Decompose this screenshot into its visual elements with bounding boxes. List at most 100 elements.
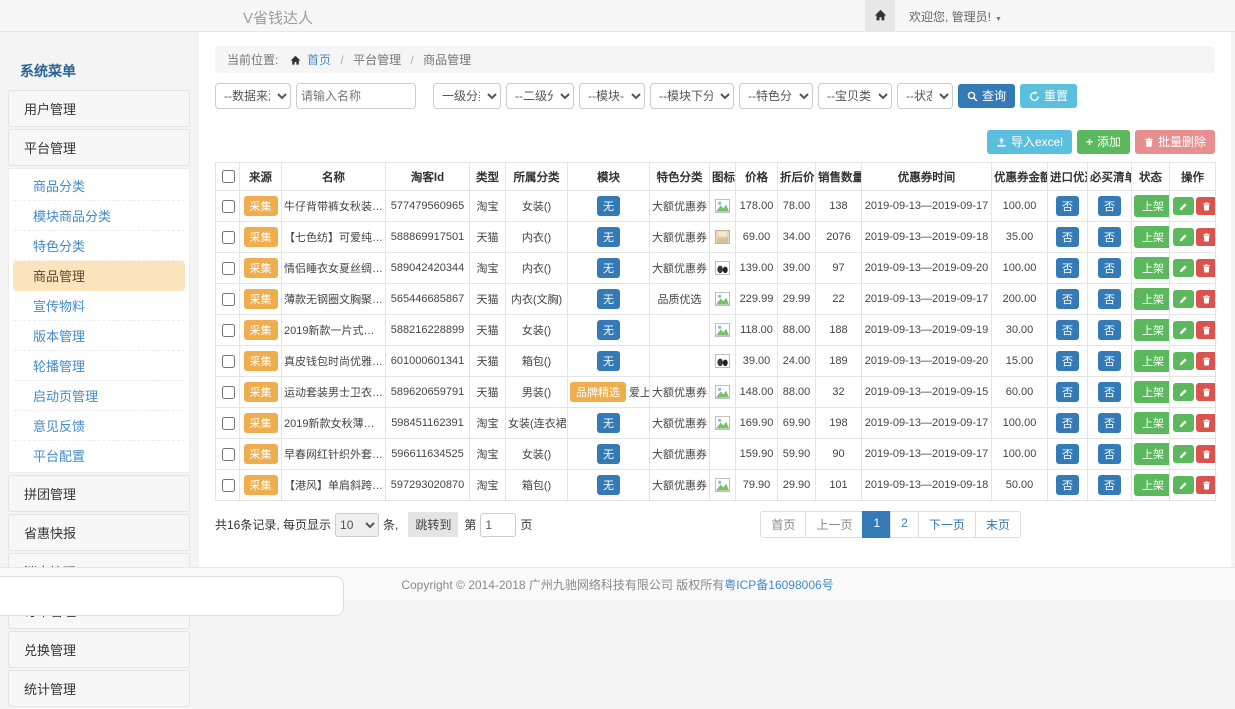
delete-button[interactable] bbox=[1196, 321, 1216, 339]
module-badge[interactable]: 无 bbox=[597, 413, 620, 433]
status-badge[interactable]: 上架 bbox=[1134, 412, 1170, 434]
module-badge[interactable]: 无 bbox=[597, 196, 620, 216]
filter-select[interactable]: --模块下分类-- bbox=[650, 83, 734, 109]
module-badge[interactable]: 无 bbox=[597, 351, 620, 371]
row-checkbox[interactable] bbox=[222, 231, 235, 244]
sidebar-item[interactable]: 模块商品分类 bbox=[13, 201, 185, 231]
pager-button[interactable]: 2 bbox=[890, 511, 919, 538]
status-badge[interactable]: 上架 bbox=[1134, 381, 1170, 403]
module-badge[interactable]: 无 bbox=[597, 444, 620, 464]
status-badge[interactable]: 上架 bbox=[1134, 350, 1170, 372]
edit-button[interactable] bbox=[1173, 259, 1194, 277]
filter-select[interactable]: --二级分类-- bbox=[506, 83, 574, 109]
must-buy-toggle[interactable]: 否 bbox=[1098, 475, 1121, 495]
per-page-select[interactable]: 10 bbox=[335, 513, 379, 537]
module-badge[interactable]: 无 bbox=[597, 320, 620, 340]
import-select-toggle[interactable]: 否 bbox=[1056, 258, 1079, 278]
import-select-toggle[interactable]: 否 bbox=[1056, 475, 1079, 495]
filter-select[interactable]: --模块-- bbox=[579, 83, 645, 109]
icp-link[interactable]: 粤ICP备16098006号 bbox=[724, 576, 833, 593]
home-button[interactable] bbox=[865, 0, 895, 32]
edit-button[interactable] bbox=[1173, 228, 1194, 246]
status-badge[interactable]: 上架 bbox=[1134, 195, 1170, 217]
sidebar-item[interactable]: 启动页管理 bbox=[13, 381, 185, 411]
pager-button[interactable]: 下一页 bbox=[918, 511, 976, 538]
must-buy-toggle[interactable]: 否 bbox=[1098, 320, 1121, 340]
status-badge[interactable]: 上架 bbox=[1134, 474, 1170, 496]
pager-button[interactable]: 上一页 bbox=[805, 511, 863, 538]
edit-button[interactable] bbox=[1173, 197, 1194, 215]
import-select-toggle[interactable]: 否 bbox=[1056, 382, 1079, 402]
delete-button[interactable] bbox=[1196, 383, 1216, 401]
pager-button[interactable]: 1 bbox=[862, 511, 891, 538]
edit-button[interactable] bbox=[1173, 445, 1194, 463]
filter-select[interactable]: --状态-- bbox=[897, 83, 953, 109]
row-checkbox[interactable] bbox=[222, 262, 235, 275]
breadcrumb-home-link[interactable]: 首页 bbox=[307, 53, 331, 67]
row-checkbox[interactable] bbox=[222, 448, 235, 461]
module-badge[interactable]: 品牌精选 bbox=[570, 382, 626, 402]
import-select-toggle[interactable]: 否 bbox=[1056, 444, 1079, 464]
sidebar-item[interactable]: 商品分类 bbox=[13, 171, 185, 201]
search-button[interactable]: 查询 bbox=[958, 84, 1015, 108]
sidebar-item[interactable]: 轮播管理 bbox=[13, 351, 185, 381]
delete-button[interactable] bbox=[1196, 259, 1216, 277]
module-badge[interactable]: 无 bbox=[597, 289, 620, 309]
must-buy-toggle[interactable]: 否 bbox=[1098, 258, 1121, 278]
must-buy-toggle[interactable]: 否 bbox=[1098, 227, 1121, 247]
must-buy-toggle[interactable]: 否 bbox=[1098, 289, 1121, 309]
sidebar-item[interactable]: 意见反馈 bbox=[13, 411, 185, 441]
module-badge[interactable]: 无 bbox=[597, 475, 620, 495]
status-badge[interactable]: 上架 bbox=[1134, 443, 1170, 465]
row-checkbox[interactable] bbox=[222, 355, 235, 368]
sidebar-item[interactable]: 特色分类 bbox=[13, 231, 185, 261]
filter-select[interactable]: 一级分类 bbox=[433, 83, 501, 109]
row-checkbox[interactable] bbox=[222, 324, 235, 337]
filter-select[interactable]: --宝贝类型-- bbox=[818, 83, 892, 109]
module-badge[interactable]: 无 bbox=[597, 227, 620, 247]
import-select-toggle[interactable]: 否 bbox=[1056, 196, 1079, 216]
import-excel-button[interactable]: 导入excel bbox=[987, 130, 1072, 154]
must-buy-toggle[interactable]: 否 bbox=[1098, 196, 1121, 216]
edit-button[interactable] bbox=[1173, 290, 1194, 308]
edit-button[interactable] bbox=[1173, 321, 1194, 339]
import-select-toggle[interactable]: 否 bbox=[1056, 413, 1079, 433]
import-select-toggle[interactable]: 否 bbox=[1056, 289, 1079, 309]
user-menu[interactable]: 欢迎您, 管理员!▼ bbox=[895, 8, 1016, 25]
status-badge[interactable]: 上架 bbox=[1134, 226, 1170, 248]
sidebar-group[interactable]: 拼团管理 bbox=[8, 475, 190, 512]
sidebar-item[interactable]: 平台配置 bbox=[13, 441, 185, 470]
sidebar-group[interactable]: 省惠快报 bbox=[8, 514, 190, 551]
row-checkbox[interactable] bbox=[222, 417, 235, 430]
edit-button[interactable] bbox=[1173, 352, 1194, 370]
status-badge[interactable]: 上架 bbox=[1134, 319, 1170, 341]
pager-button[interactable]: 首页 bbox=[760, 511, 806, 538]
sidebar-group[interactable]: 统计管理 bbox=[8, 670, 190, 707]
delete-button[interactable] bbox=[1196, 352, 1216, 370]
status-badge[interactable]: 上架 bbox=[1134, 257, 1170, 279]
edit-button[interactable] bbox=[1173, 414, 1194, 432]
delete-button[interactable] bbox=[1196, 290, 1216, 308]
filter-select[interactable]: --特色分类-- bbox=[739, 83, 813, 109]
delete-button[interactable] bbox=[1196, 414, 1216, 432]
pager-button[interactable]: 末页 bbox=[975, 511, 1021, 538]
row-checkbox[interactable] bbox=[222, 200, 235, 213]
sidebar-group[interactable]: 用户管理 bbox=[8, 90, 190, 127]
must-buy-toggle[interactable]: 否 bbox=[1098, 382, 1121, 402]
product-name-input[interactable] bbox=[296, 83, 416, 109]
must-buy-toggle[interactable]: 否 bbox=[1098, 413, 1121, 433]
jump-button[interactable]: 跳转到 bbox=[408, 512, 458, 537]
add-button[interactable]: + 添加 bbox=[1077, 130, 1130, 154]
import-select-toggle[interactable]: 否 bbox=[1056, 320, 1079, 340]
data-source-select[interactable]: --数据来源-- bbox=[215, 83, 291, 109]
module-badge[interactable]: 无 bbox=[597, 258, 620, 278]
edit-button[interactable] bbox=[1173, 476, 1194, 494]
page-number-input[interactable] bbox=[480, 513, 516, 537]
import-select-toggle[interactable]: 否 bbox=[1056, 351, 1079, 371]
sidebar-item[interactable]: 宣传物料 bbox=[13, 291, 185, 321]
row-checkbox[interactable] bbox=[222, 479, 235, 492]
row-checkbox[interactable] bbox=[222, 293, 235, 306]
status-badge[interactable]: 上架 bbox=[1134, 288, 1170, 310]
edit-button[interactable] bbox=[1173, 383, 1194, 401]
sidebar-item[interactable]: 版本管理 bbox=[13, 321, 185, 351]
